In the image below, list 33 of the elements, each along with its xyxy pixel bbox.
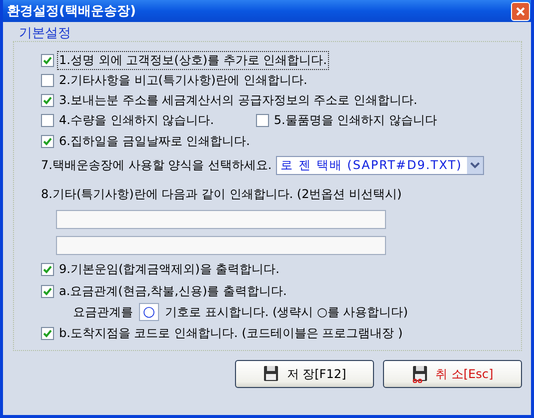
form-label: 7.택배운송장에 사용할 양식을 선택하세요.: [41, 156, 272, 174]
template-dropdown[interactable]: 로 젠 택배 (SAPRT#D9.TXT): [276, 156, 484, 174]
checkbox-label[interactable]: 4.수량을 인쇄하지 않습니다.: [57, 110, 216, 130]
cancel-button[interactable]: 취 소[Esc]: [383, 360, 522, 388]
input-field[interactable]: [56, 210, 386, 228]
checkbox-label[interactable]: b.도착지점을 코드로 인쇄합니다. (코드테이블은 프로그램내장 ): [57, 324, 405, 342]
checkbox[interactable]: [41, 54, 54, 66]
checkbox-label[interactable]: 5.물품명을 인쇄하지 않습니다: [272, 110, 439, 130]
form-label: 요금관계를: [73, 304, 133, 320]
checkbox-label[interactable]: 9.기본운임(합계금액제외)을 출력합니다.: [57, 260, 282, 278]
checkbox-label[interactable]: 6.집하일을 금일날짜로 인쇄합니다.: [57, 132, 252, 150]
form-note: 기호로 표시합니다. (생략시 ○를 사용합니다): [165, 304, 408, 320]
checkbox[interactable]: [256, 114, 269, 126]
checkbox[interactable]: [41, 262, 54, 276]
checkbox[interactable]: [41, 74, 54, 86]
input-field[interactable]: [56, 236, 386, 254]
checkbox[interactable]: [41, 114, 54, 126]
form-label: 8.기타(특기사항)란에 다음과 같이 인쇄합니다. (2번옵션 비선택시): [41, 186, 402, 202]
checkbox[interactable]: [41, 326, 54, 340]
symbol-field[interactable]: ○: [139, 303, 159, 321]
group-title: 기본설정: [19, 25, 71, 42]
checkbox-label[interactable]: 1.성명 외에 고객정보(상호)를 추가로 인쇄합니다.: [57, 50, 329, 70]
checkbox[interactable]: [41, 94, 54, 106]
checkbox[interactable]: [41, 134, 54, 148]
save-button[interactable]: 저 장[F12]: [235, 360, 374, 388]
checkbox-label[interactable]: a.요금관계(현금,착불,신용)를 출력합니다.: [57, 282, 289, 300]
checkbox[interactable]: [41, 284, 54, 298]
checkbox-label[interactable]: 2.기타사항을 비고(특기사항)란에 인쇄합니다.: [57, 70, 310, 90]
close-icon: [514, 4, 527, 18]
window-title: 환경설정(택배운송장): [6, 3, 136, 20]
floppy-disk-scissors-icon: [412, 365, 428, 383]
checkbox-label[interactable]: 3.보내는분 주소를 세금계산서의 공급자정보의 주소로 인쇄합니다.: [57, 90, 420, 110]
close-button[interactable]: [511, 2, 530, 20]
